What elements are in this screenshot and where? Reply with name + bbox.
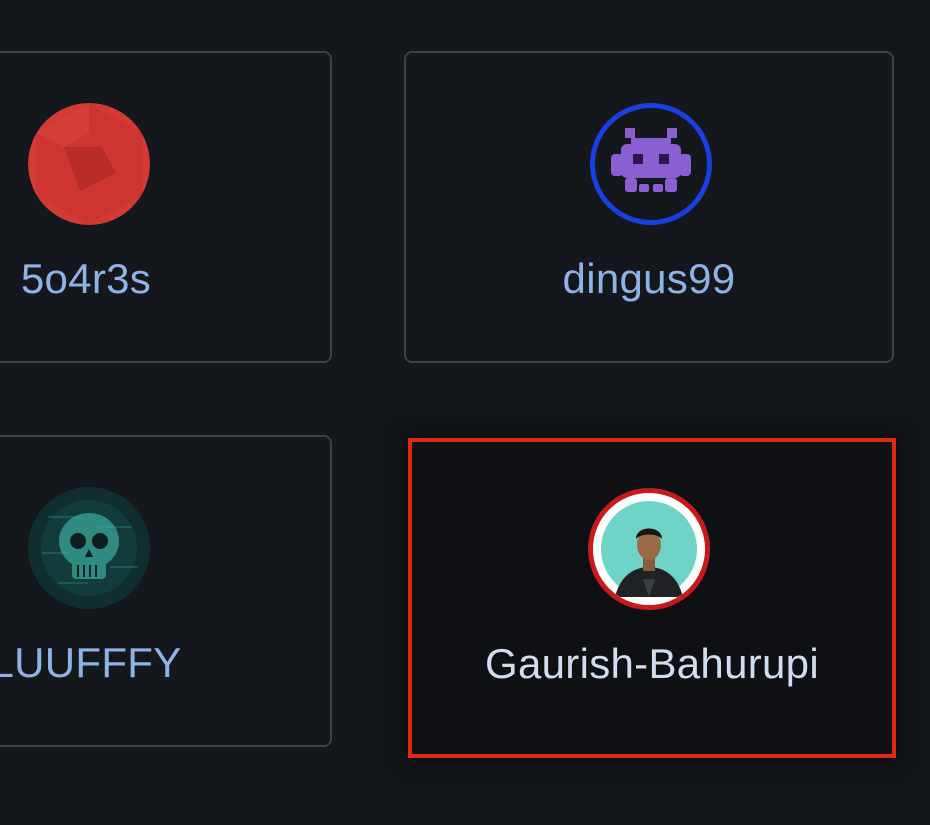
space-invader-icon[interactable]: [590, 103, 712, 225]
contributor-name-dingus99[interactable]: dingus99: [406, 255, 892, 303]
glitch-skull-icon[interactable]: [28, 487, 150, 609]
contributor-name-luufffy[interactable]: LUUFFFY: [0, 639, 210, 687]
contributor-card-dingus99[interactable]: dingus99: [404, 51, 894, 363]
contributor-name-gaurish-bahurupi[interactable]: Gaurish-Bahurupi: [412, 640, 892, 688]
profile-photo-icon[interactable]: [588, 488, 710, 610]
contributor-name-5o4r3s[interactable]: 5o4r3s: [0, 255, 210, 303]
contributor-card-gaurish-bahurupi[interactable]: Gaurish-Bahurupi: [408, 438, 896, 758]
contributor-card-luufffy[interactable]: LUUFFFY: [0, 435, 332, 747]
red-hexagon-avatar-icon[interactable]: [28, 103, 150, 225]
contributor-card-5o4r3s[interactable]: 5o4r3s: [0, 51, 332, 363]
